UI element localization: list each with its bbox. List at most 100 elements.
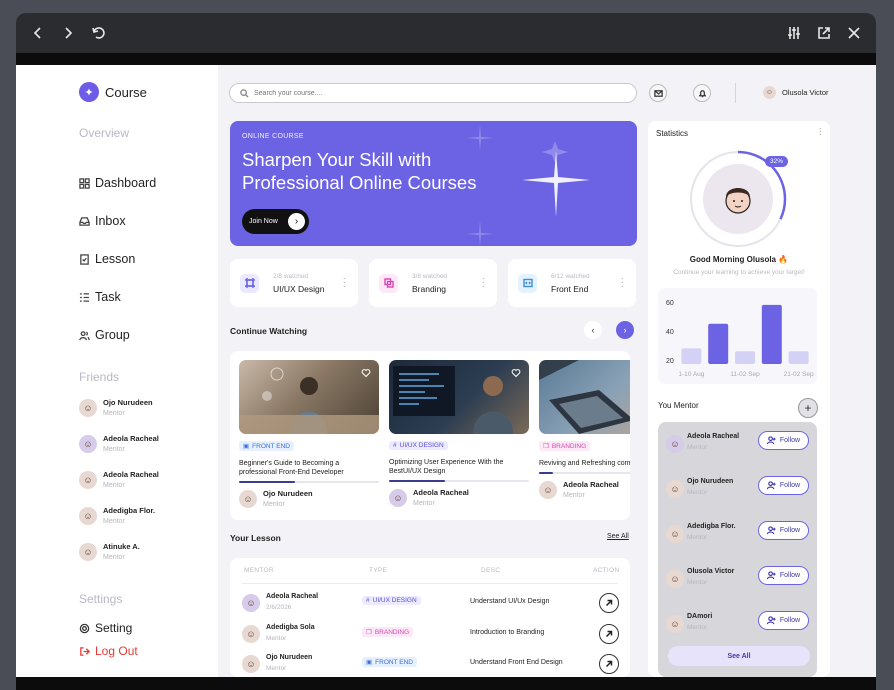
top-strip xyxy=(16,53,876,65)
open-lesson-button[interactable] xyxy=(599,593,619,613)
category-card-branding[interactable]: 3/8 watched Branding · · · xyxy=(369,259,497,307)
logo[interactable]: ✦ Course xyxy=(79,82,218,102)
lesson-desc: Understand UI/Ux Design xyxy=(470,598,550,605)
logout-button[interactable]: Log Out xyxy=(79,644,138,658)
join-label: Join Now xyxy=(249,218,278,225)
friend-item[interactable]: ☺ Atinuke A. Mentor xyxy=(79,542,140,561)
join-now-button[interactable]: Join Now › xyxy=(242,209,309,234)
lesson-date: Mentor xyxy=(266,665,287,672)
friend-name: Adeola Racheal xyxy=(103,470,159,479)
progress-fill xyxy=(539,472,553,474)
follow-button[interactable]: Follow xyxy=(758,611,809,630)
external-icon[interactable] xyxy=(816,25,832,41)
course-tag-label: BRANDING xyxy=(551,442,587,450)
follow-label: Follow xyxy=(779,527,801,534)
friends-heading: Friends xyxy=(79,370,120,384)
friend-item[interactable]: ☺ Adeola Racheal Mentor xyxy=(79,434,159,453)
logout-label: Log Out xyxy=(95,644,138,658)
friend-name: Ojo Nurudeen xyxy=(103,398,153,407)
carousel-next-button[interactable]: › xyxy=(616,321,634,339)
notification-button[interactable] xyxy=(693,84,711,102)
fire-icon: 🔥 xyxy=(778,255,789,264)
category-card-uiux[interactable]: 2/8 watched UI/UX Design · · · xyxy=(230,259,358,307)
course-card[interactable]: # UI/UX DESIGN Optimizing User Experience… xyxy=(389,360,529,507)
close-icon[interactable] xyxy=(846,25,862,41)
category-name: Branding xyxy=(412,283,447,294)
friend-item[interactable]: ☺ Ojo Nurudeen Mentor xyxy=(79,398,153,417)
y-tick-label: 20 xyxy=(666,358,674,365)
mentor-item: ☺ Ojo Nurudeen Mentor Follow xyxy=(666,472,810,502)
heart-icon[interactable] xyxy=(511,368,521,378)
nav-group[interactable]: Group xyxy=(79,316,218,354)
nav-task[interactable]: Task xyxy=(79,278,218,316)
back-icon[interactable] xyxy=(30,25,46,41)
mentor-name: Adedigba Flor. xyxy=(687,523,736,530)
more-icon[interactable]: · · · xyxy=(621,274,624,292)
carousel-prev-button[interactable]: ‹ xyxy=(584,321,602,339)
open-lesson-button[interactable] xyxy=(599,654,619,674)
search-input[interactable] xyxy=(254,89,614,97)
more-icon[interactable]: · · · xyxy=(482,274,485,292)
mentor-name: Ojo Nurudeen xyxy=(687,478,734,485)
friend-item[interactable]: ☺ Adeola Racheal Mentor xyxy=(79,470,159,489)
follow-button[interactable]: Follow xyxy=(758,476,809,495)
mentor-item: ☺ DAmori Mentor Follow xyxy=(666,607,810,637)
mentors-see-all-button[interactable]: See All xyxy=(668,646,810,666)
course-progress xyxy=(239,481,379,483)
nav-lesson[interactable]: Lesson xyxy=(79,240,218,278)
more-icon[interactable]: · · · xyxy=(343,274,346,292)
follow-button[interactable]: Follow xyxy=(758,521,809,540)
overview-heading: Overview xyxy=(79,126,130,140)
course-title: Beginner's Guide to Becoming a professio… xyxy=(239,460,344,476)
course-illustration xyxy=(239,367,379,434)
nav-inbox[interactable]: Inbox xyxy=(79,202,218,240)
follow-button[interactable]: Follow xyxy=(758,431,809,450)
friend-item[interactable]: ☺ Adedigba Flor. Mentor xyxy=(79,506,155,525)
lesson-type: ▣ FRONT END xyxy=(362,657,417,667)
bottom-strip xyxy=(16,677,876,690)
follow-button[interactable]: Follow xyxy=(758,566,809,585)
nav-dashboard[interactable]: Dashboard xyxy=(79,164,218,202)
main-content: ☺ Olusola Victor ONLINE COURSE Sharpen Y… xyxy=(218,65,876,677)
course-card[interactable]: ❐BRANDING Reviving and Refreshing compan… xyxy=(539,360,630,499)
heart-icon[interactable] xyxy=(361,368,371,378)
greeting: Good Morning Olusola 🔥 xyxy=(648,255,830,264)
category-card-frontend[interactable]: 6/12 watched Front End · · · xyxy=(508,259,636,307)
open-lesson-button[interactable] xyxy=(599,624,619,644)
copy-icon xyxy=(379,273,398,293)
statistics-panel: Statistics · · · 32% Good Morning Olusola … xyxy=(648,121,830,677)
mentor-list: ☺ Adeola Racheal Mentor Follow ☺ Ojo Nur… xyxy=(658,422,817,677)
continue-watching-title: Continue Watching xyxy=(230,326,308,336)
lesson-see-all-link[interactable]: See All xyxy=(607,533,629,540)
chevron-left-icon: ‹ xyxy=(591,325,595,335)
brand-name: Course xyxy=(105,84,147,100)
chart-bar xyxy=(788,351,809,364)
mail-button[interactable] xyxy=(649,84,667,102)
header-divider xyxy=(735,83,736,103)
nav-setting[interactable]: Setting xyxy=(79,621,132,635)
table-row: ☺ Adedigba Sola Mentor ❐ BRANDING Introdu… xyxy=(242,624,622,646)
refresh-icon[interactable] xyxy=(90,25,106,41)
mentor-role: Mentor xyxy=(687,489,708,496)
sliders-icon[interactable] xyxy=(786,25,802,41)
frame-icon: # xyxy=(393,442,397,449)
code-icon: ▣ xyxy=(366,659,373,666)
more-icon[interactable]: · · · xyxy=(819,124,822,140)
user-name: Olusola Victor xyxy=(782,88,829,97)
column-header: TYPE xyxy=(369,567,388,574)
add-mentor-button[interactable]: + xyxy=(798,398,818,418)
search-bar[interactable] xyxy=(229,83,637,103)
app: ✦ Course Overview Dashboard Inbox Lesson xyxy=(16,65,876,677)
column-header: MENTOR xyxy=(244,567,274,574)
forward-icon[interactable] xyxy=(60,25,76,41)
course-carousel: ▣ FRONT END Beginner's Guide to Becoming … xyxy=(230,351,630,520)
mentor-name: Adeola Racheal xyxy=(687,433,740,440)
mentor-role: Mentor xyxy=(413,500,435,507)
nav-label: Group xyxy=(95,328,130,342)
task-icon xyxy=(79,292,90,302)
avatar: ☺ xyxy=(242,655,260,673)
mentor-role: Mentor xyxy=(263,501,285,508)
user-profile[interactable]: ☺ Olusola Victor xyxy=(763,86,829,99)
avatar: ☺ xyxy=(389,488,407,507)
course-card[interactable]: ▣ FRONT END Beginner's Guide to Becoming … xyxy=(239,360,379,508)
